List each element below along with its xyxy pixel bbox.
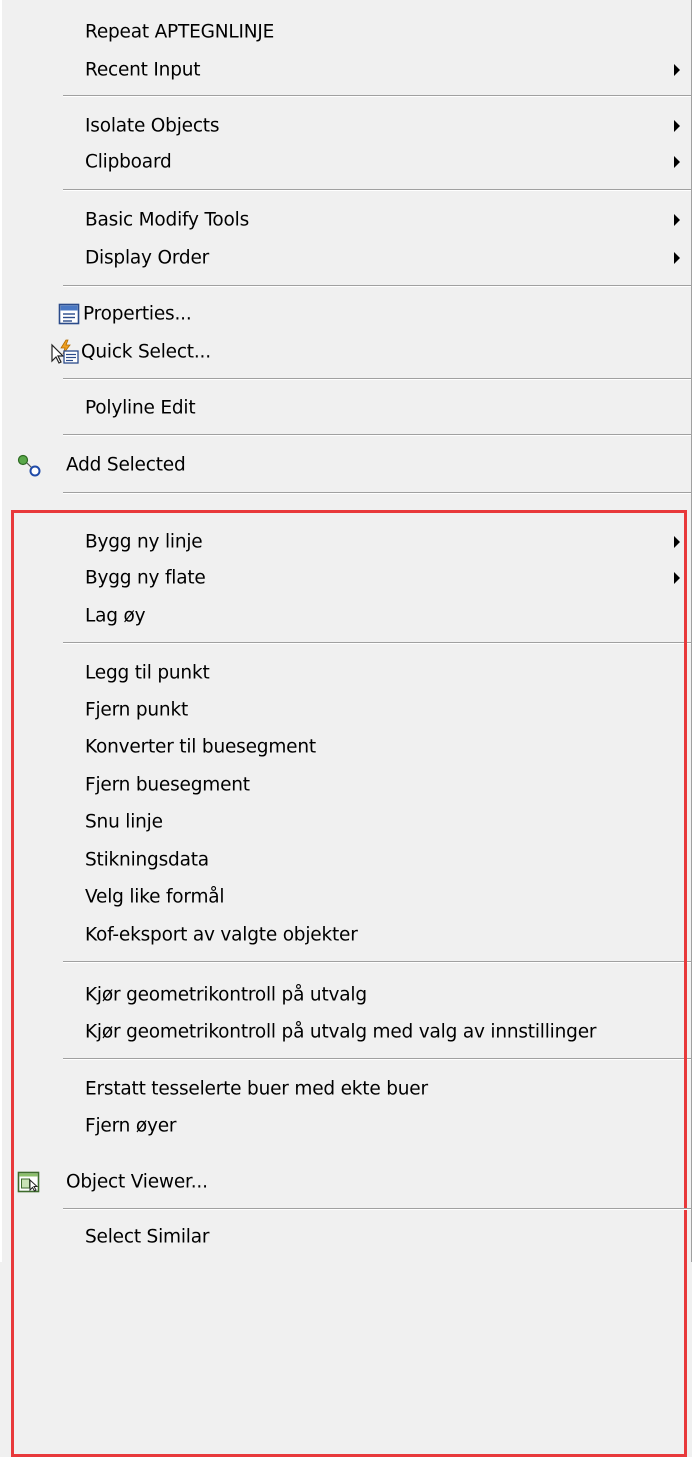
menu-item-basic-modify-tools[interactable]: Basic Modify Tools	[0, 202, 692, 238]
menu-item-label: Kjør geometrikontroll på utvalg	[85, 984, 367, 1006]
object-viewer-icon	[17, 1171, 40, 1193]
menu-item-label: Fjern punkt	[85, 699, 189, 721]
menu-separator	[63, 95, 691, 97]
chevron-right-icon	[674, 120, 680, 132]
menu-separator	[63, 285, 691, 287]
menu-item-select-similar[interactable]: Select Similar	[0, 1219, 692, 1255]
menu-separator	[63, 961, 691, 963]
context-menu: Repeat APTEGNLINJE Recent Input Isolate …	[0, 0, 692, 1457]
menu-item-label: Properties...	[83, 303, 192, 325]
menu-item-quick-select[interactable]: Quick Select...	[0, 334, 692, 370]
menu-item-label: Stikningsdata	[85, 849, 209, 871]
menu-item-geometrikontroll-utvalg-innstillinger[interactable]: Kjør geometrikontroll på utvalg med valg…	[0, 1014, 692, 1050]
chevron-right-icon	[674, 536, 680, 548]
menu-item-kof-eksport[interactable]: Kof-eksport av valgte objekter	[0, 917, 692, 953]
menu-item-lag-oy[interactable]: Lag øy	[0, 598, 692, 634]
menu-item-label: Konverter til buesegment	[85, 736, 316, 758]
menu-item-label: Polyline Edit	[85, 397, 196, 419]
menu-item-label: Erstatt tesselerte buer med ekte buer	[85, 1078, 428, 1100]
menu-item-label: Bygg ny linje	[85, 531, 203, 553]
menu-item-konverter-til-buesegment[interactable]: Konverter til buesegment	[0, 729, 692, 765]
menu-item-label: Velg like formål	[85, 886, 225, 908]
menu-item-isolate-objects[interactable]: Isolate Objects	[0, 108, 692, 144]
menu-item-display-order[interactable]: Display Order	[0, 240, 692, 276]
menu-item-label: Fjern øyer	[85, 1115, 177, 1137]
menu-item-label: Legg til punkt	[85, 662, 210, 684]
menu-item-velg-like-formal[interactable]: Velg like formål	[0, 879, 692, 915]
menu-item-label: Add Selected	[66, 454, 186, 476]
menu-item-label: Repeat APTEGNLINJE	[85, 21, 275, 43]
chevron-right-icon	[674, 214, 680, 226]
menu-item-label: Kof-eksport av valgte objekter	[85, 924, 358, 946]
menu-item-add-selected[interactable]: Add Selected	[0, 447, 692, 483]
menu-item-label: Display Order	[85, 247, 210, 269]
menu-separator	[63, 378, 691, 380]
menu-item-label: Object Viewer...	[66, 1171, 208, 1193]
menu-item-recent-input[interactable]: Recent Input	[0, 52, 692, 88]
menu-item-snu-linje[interactable]: Snu linje	[0, 804, 692, 840]
menu-item-bygg-ny-flate[interactable]: Bygg ny flate	[0, 560, 692, 596]
menu-separator	[63, 434, 691, 436]
menu-item-label: Snu linje	[85, 811, 163, 833]
menu-separator	[63, 642, 691, 644]
menu-item-label: Clipboard	[85, 151, 172, 173]
menu-separator	[63, 189, 691, 191]
menu-item-legg-til-punkt[interactable]: Legg til punkt	[0, 655, 692, 691]
menu-item-label: Fjern buesegment	[85, 774, 250, 796]
menu-item-label: Recent Input	[85, 59, 201, 81]
menu-item-label: Quick Select...	[81, 341, 211, 363]
menu-separator	[63, 492, 691, 494]
menu-item-label: Basic Modify Tools	[85, 209, 250, 231]
quick-select-icon	[51, 339, 79, 364]
menu-item-object-viewer[interactable]: Object Viewer...	[0, 1164, 692, 1200]
chevron-right-icon	[674, 156, 680, 168]
menu-item-fjern-oyer[interactable]: Fjern øyer	[0, 1108, 692, 1144]
menu-item-clipboard[interactable]: Clipboard	[0, 144, 692, 180]
menu-item-label: Isolate Objects	[85, 115, 220, 137]
menu-separator	[63, 1208, 691, 1210]
menu-item-repeat[interactable]: Repeat APTEGNLINJE	[0, 14, 692, 50]
menu-item-properties[interactable]: Properties...	[0, 296, 692, 332]
menu-item-bygg-ny-linje[interactable]: Bygg ny linje	[0, 524, 692, 560]
menu-item-fjern-punkt[interactable]: Fjern punkt	[0, 692, 692, 728]
chevron-right-icon	[674, 252, 680, 264]
menu-item-polyline-edit[interactable]: Polyline Edit	[0, 390, 692, 426]
properties-icon	[58, 303, 80, 325]
menu-separator	[63, 1058, 691, 1060]
add-selected-icon	[17, 454, 41, 477]
menu-item-erstatt-tesselerte-buer[interactable]: Erstatt tesselerte buer med ekte buer	[0, 1071, 692, 1107]
menu-item-stikningsdata[interactable]: Stikningsdata	[0, 842, 692, 878]
menu-item-label: Select Similar	[85, 1226, 210, 1248]
menu-item-label: Bygg ny flate	[85, 567, 206, 589]
menu-item-geometrikontroll-utvalg[interactable]: Kjør geometrikontroll på utvalg	[0, 977, 692, 1013]
menu-item-fjern-buesegment[interactable]: Fjern buesegment	[0, 767, 692, 803]
chevron-right-icon	[674, 572, 680, 584]
menu-item-label: Lag øy	[85, 605, 146, 627]
menu-item-label: Kjør geometrikontroll på utvalg med valg…	[85, 1021, 597, 1043]
chevron-right-icon	[674, 64, 680, 76]
